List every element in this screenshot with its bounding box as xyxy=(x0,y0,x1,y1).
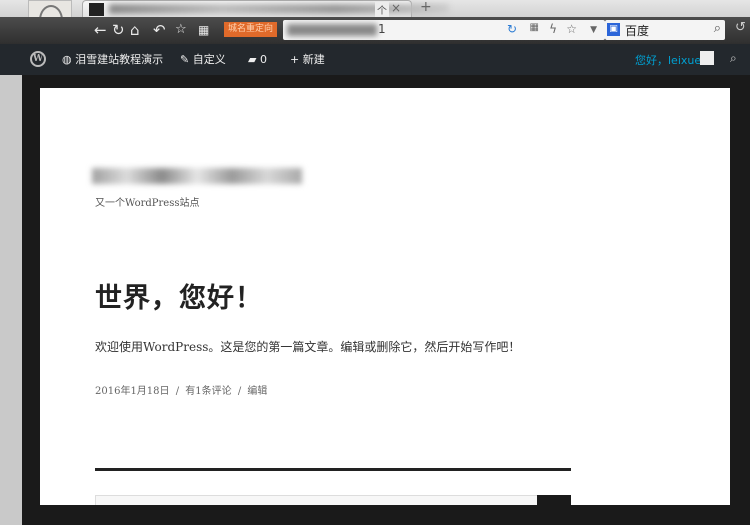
comment-icon: ▰ xyxy=(248,53,257,66)
extension-icon[interactable]: ↺ xyxy=(735,20,746,35)
new-label: 新建 xyxy=(302,53,325,66)
tab-favicon xyxy=(89,3,104,16)
customize-label: 自定义 xyxy=(192,53,226,66)
comments-link[interactable]: 有1条评论 xyxy=(185,386,231,397)
undo-icon[interactable]: ↶ xyxy=(153,21,166,39)
dropdown-icon[interactable]: ▼ xyxy=(590,25,597,35)
search-box[interactable]: ▣ 百度 ⌕ xyxy=(605,20,725,40)
admin-search-icon[interactable]: ⌕ xyxy=(730,51,737,66)
address-bar[interactable]: 1 ↻ ▦ ϟ ☆ ▼ xyxy=(283,20,605,40)
meta-separator: / xyxy=(237,386,242,397)
plus-icon: + xyxy=(290,53,300,66)
home-icon[interactable]: ⌂ xyxy=(130,21,140,39)
brush-icon: ✎ xyxy=(180,53,190,66)
url-blurred xyxy=(287,24,377,36)
bookmark-icon[interactable]: ☆ xyxy=(566,22,577,36)
search-field[interactable] xyxy=(95,495,539,505)
post-content: 欢迎使用WordPress。这是您的第一篇文章。编辑或删除它，然后开始写作吧！ xyxy=(95,340,521,354)
url-text: 1 xyxy=(378,22,386,36)
content-card: 又一个WordPress站点 世界，您好！ 欢迎使用WordPress。这是您的… xyxy=(40,88,730,505)
search-icon[interactable]: ⌕ xyxy=(714,21,721,36)
new-menu-item[interactable]: + 新建 xyxy=(290,52,325,67)
bolt-icon[interactable]: ϟ xyxy=(549,22,557,36)
comments-menu-item[interactable]: ▰ 0 xyxy=(248,52,267,67)
wordpress-logo-icon[interactable]: W xyxy=(30,51,46,67)
customize-menu-item[interactable]: ✎ 自定义 xyxy=(180,52,226,67)
tab-title-suffix: 个 xyxy=(375,2,389,17)
new-tab-button[interactable]: + xyxy=(420,0,432,15)
post-meta: 2016年1月18日 / 有1条评论 / 编辑 xyxy=(95,382,267,397)
star-icon[interactable]: ☆ xyxy=(175,21,187,39)
wp-admin-bar: W ◍ 泪雪建站教程演示 ✎ 自定义 ▰ 0 + 新建 您好，leixue ⌕ xyxy=(0,44,750,75)
reload-icon[interactable]: ↻ xyxy=(112,21,125,39)
redirect-label[interactable]: 城名重定向 xyxy=(224,22,278,37)
user-greeting[interactable]: 您好，leixue xyxy=(635,52,701,68)
meta-separator: / xyxy=(175,386,180,397)
refresh-icon[interactable]: ↻ xyxy=(507,22,517,36)
baidu-logo-icon: ▣ xyxy=(607,23,620,36)
site-title-blurred[interactable] xyxy=(92,168,302,184)
post-date[interactable]: 2016年1月18日 xyxy=(95,386,170,397)
dashboard-icon: ◍ xyxy=(62,53,72,66)
comments-count: 0 xyxy=(259,53,267,66)
qr-icon[interactable]: ▦ xyxy=(530,22,539,33)
browser-toolbar: ← ↻ ⌂ ↶ ☆ ▦ 城名重定向 1 ↻ ▦ ϟ ☆ ▼ ▣ 百度 ⌕ ↺ xyxy=(0,17,750,44)
site-tagline: 又一个WordPress站点 xyxy=(95,198,200,209)
site-name: 泪雪建站教程演示 xyxy=(75,53,164,66)
post-title[interactable]: 世界，您好！ xyxy=(95,276,263,315)
tab-strip: 个 × + xyxy=(0,0,750,17)
edit-link[interactable]: 编辑 xyxy=(247,386,267,397)
search-submit-button[interactable] xyxy=(537,495,571,505)
apps-icon[interactable]: ▦ xyxy=(198,21,209,39)
section-divider xyxy=(95,468,571,471)
search-engine-label: 百度 xyxy=(625,24,650,38)
site-menu-item[interactable]: ◍ 泪雪建站教程演示 xyxy=(62,52,163,67)
back-icon[interactable]: ← xyxy=(94,21,107,39)
tab-close-icon[interactable]: × xyxy=(391,1,401,15)
browser-tab[interactable]: 个 × xyxy=(82,0,449,17)
user-avatar[interactable] xyxy=(700,51,714,65)
